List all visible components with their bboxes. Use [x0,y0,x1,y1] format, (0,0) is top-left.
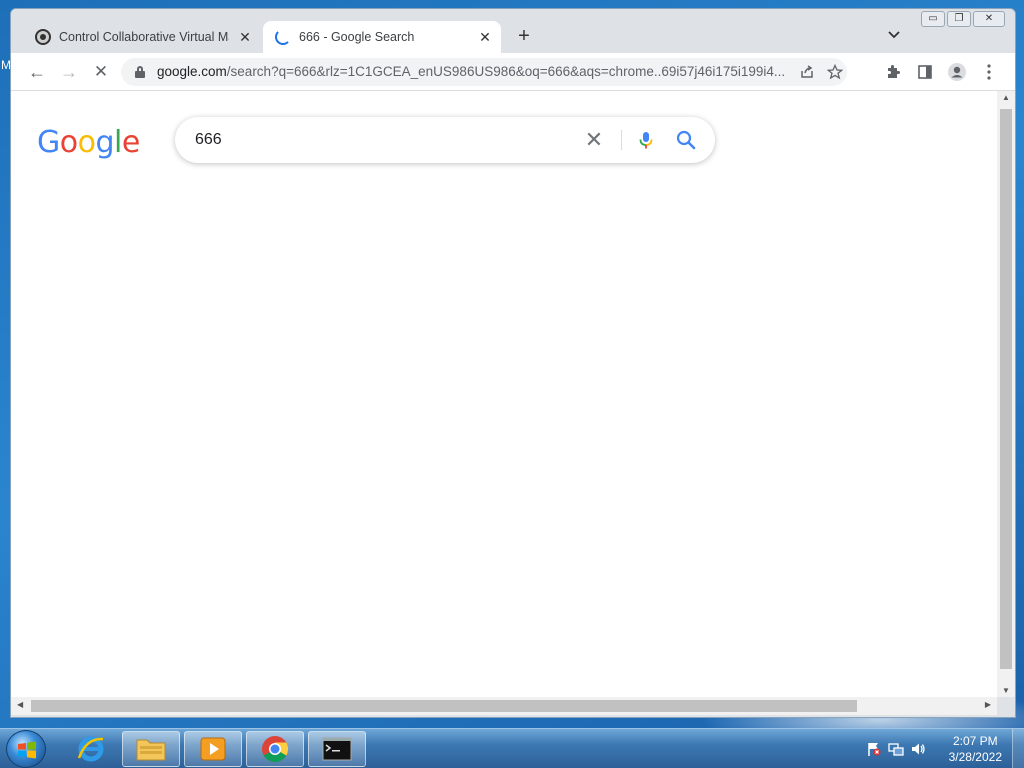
scroll-down-arrow-icon[interactable]: ▼ [1001,686,1011,695]
search-icon[interactable] [675,129,697,151]
url-text[interactable]: google.com/search?q=666&rlz=1C1GCEA_enUS… [157,64,807,79]
lock-icon[interactable] [135,66,145,78]
side-panel-icon[interactable] [913,60,937,84]
tab-title: 666 - Google Search [299,30,415,44]
forward-button[interactable]: → [57,60,81,84]
stop-loading-button[interactable]: ✕ [89,60,113,84]
logo-letter: o [59,125,78,160]
scroll-left-arrow-icon[interactable]: ◀ [17,700,23,709]
browser-toolbar: ← → ✕ google.com/search?q=666&rlz=1C1GCE… [11,53,1015,91]
network-icon[interactable] [888,741,904,757]
profile-avatar-icon[interactable] [945,60,969,84]
media-player-icon [200,737,226,761]
logo-letter: g [95,125,115,160]
chrome-icon [262,736,289,763]
tab-close-icon[interactable]: ✕ [237,29,253,45]
taskbar-internet-explorer[interactable] [62,731,120,767]
scroll-right-arrow-icon[interactable]: ▶ [985,700,991,709]
action-center-flag-icon[interactable] [866,741,882,757]
vm-favicon-icon [35,29,51,45]
system-tray: 2:07 PM 3/28/2022 [854,729,1024,768]
minimize-button[interactable]: ▭ [921,11,945,27]
horizontal-scroll-thumb[interactable] [31,700,857,712]
restore-button[interactable]: ❐ [947,11,971,27]
page-content: Google 666 ✕ [11,91,997,697]
new-tab-button[interactable]: + [513,26,535,48]
url-host: google.com [157,64,227,79]
taskbar: 2:07 PM 3/28/2022 [0,728,1024,768]
search-input[interactable]: 666 [195,131,222,149]
start-button[interactable] [6,730,46,768]
browser-window: Control Collaborative Virtual Ma ✕ 666 -… [10,8,1016,718]
clock-time: 2:07 PM [952,734,998,748]
vertical-scrollbar[interactable]: ▲ ▼ [997,91,1015,697]
tab-title: Control Collaborative Virtual Ma [59,30,229,44]
taskbar-chrome[interactable] [246,731,304,767]
tab-search-chevron-icon[interactable] [885,27,903,45]
search-divider [621,130,622,150]
tab-control-collaborative[interactable]: Control Collaborative Virtual Ma ✕ [25,21,261,53]
scroll-up-arrow-icon[interactable]: ▲ [1001,93,1011,102]
clear-search-icon[interactable]: ✕ [583,129,605,151]
taskbar-command-prompt[interactable] [308,731,366,767]
google-logo[interactable]: Google [37,125,140,160]
clock-date: 3/28/2022 [948,750,1002,764]
volume-icon[interactable] [910,741,926,757]
share-icon[interactable] [797,62,817,82]
logo-letter: l [114,125,122,160]
tab-google-search[interactable]: 666 - Google Search ✕ [263,21,501,53]
menu-kebab-icon[interactable] [977,60,1001,84]
logo-letter: G [37,125,60,160]
windows-logo-icon [18,741,36,759]
address-bar[interactable]: google.com/search?q=666&rlz=1C1GCEA_enUS… [121,58,847,86]
logo-letter: e [121,125,140,160]
window-controls: ▭ ❐ ✕ [921,11,1005,27]
back-button[interactable]: ← [25,60,49,84]
search-box[interactable]: 666 ✕ [175,117,715,163]
folder-icon [136,739,166,761]
clock[interactable]: 2:07 PM 3/28/2022 [949,733,1002,765]
bookmark-star-icon[interactable] [825,62,845,82]
taskbar-file-explorer[interactable] [122,731,180,767]
loading-spinner-icon [275,29,291,45]
show-desktop-button[interactable] [1012,729,1024,768]
command-prompt-icon [322,737,352,761]
tab-strip: Control Collaborative Virtual Ma ✕ 666 -… [11,9,1015,53]
url-path: /search?q=666&rlz=1C1GCEA_enUS986US986&o… [226,64,786,79]
internet-explorer-icon [77,736,104,762]
logo-letter: o [77,125,96,160]
taskbar-media-player[interactable] [184,731,242,767]
horizontal-scrollbar[interactable]: ◀ ▶ [11,697,997,715]
extensions-puzzle-icon[interactable] [881,60,905,84]
microphone-icon[interactable] [635,129,657,151]
tab-close-icon[interactable]: ✕ [477,29,493,45]
close-window-button[interactable]: ✕ [973,11,1005,27]
vertical-scroll-thumb[interactable] [1000,109,1012,669]
